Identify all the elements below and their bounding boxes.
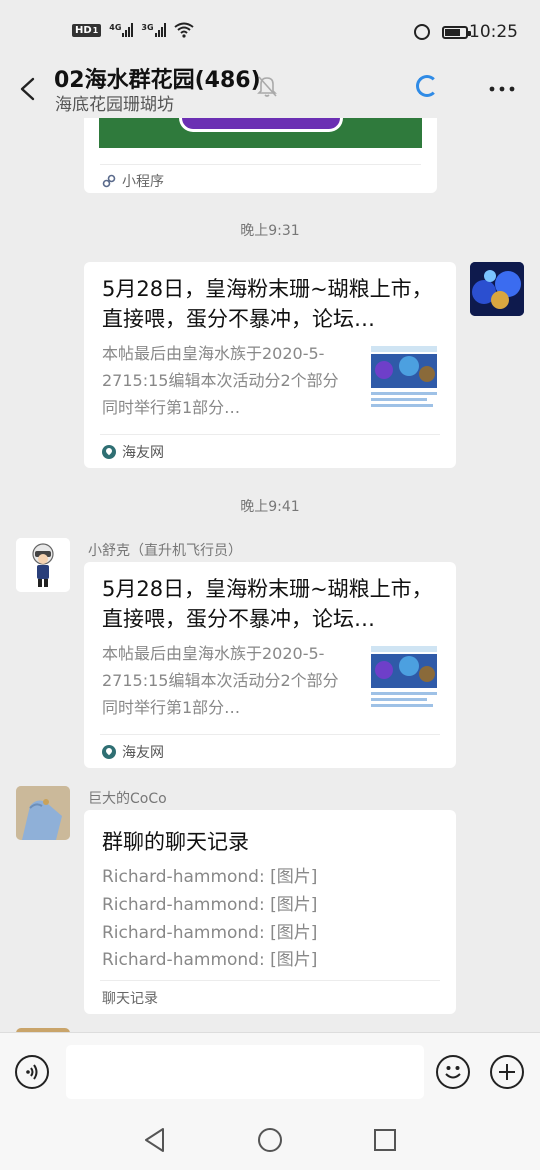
chat-header: 02海水群花园(486) 海底花园珊瑚坊 [0, 64, 540, 118]
link-chain-icon [102, 174, 116, 188]
mini-program-label: 小程序 [102, 171, 164, 191]
sender-name: 巨大的CoCo [88, 791, 167, 807]
link-source: 海友网 [102, 742, 164, 762]
sender-name: 小舒克（直升机飞行员） [88, 543, 242, 559]
chat-record-line: Richard-hammond: [图片] [102, 895, 318, 915]
status-left: HD1 4G 3G [72, 22, 194, 38]
link-title: 5月28日，皇海粉末珊~瑚粮上市，直接喂，蛋分不暴冲，论坛… [102, 577, 433, 631]
back-arrow-icon[interactable] [14, 74, 44, 104]
link-thumbnail [369, 344, 439, 414]
battery-icon [442, 26, 471, 39]
avatar-image [16, 538, 70, 592]
muted-bell-icon [257, 76, 277, 97]
wifi-icon [173, 22, 194, 38]
status-bar: HD1 4G 3G 10:25 [0, 0, 540, 64]
chat-record-line: Richard-hammond: [图片] [102, 923, 318, 943]
avatar-image [16, 786, 70, 840]
link-source: 海友网 [102, 442, 164, 462]
chat-record-line: Richard-hammond: [图片] [102, 867, 318, 887]
nav-recents-icon[interactable] [372, 1127, 398, 1153]
chat-record-title: 群聊的聊天记录 [102, 830, 249, 854]
signal-3g-icon: 3G [141, 23, 166, 37]
mini-program-card[interactable]: 小程序 [84, 118, 437, 193]
alarm-icon [414, 24, 430, 40]
input-bar [0, 1032, 540, 1113]
message-list[interactable]: 小程序 晚上9:31 5月28日，皇海粉末珊~瑚粮上市，直接喂，蛋分不暴冲，论坛… [0, 118, 540, 1032]
chat-subtitle: 海底花园珊瑚坊 [55, 95, 174, 115]
chat-record-footer: 聊天记录 [102, 991, 158, 1007]
signal-4g-icon: 4G [109, 23, 134, 37]
site-logo-icon [102, 445, 116, 459]
mini-program-banner [99, 118, 422, 148]
avatar[interactable] [16, 786, 70, 840]
add-more-icon[interactable] [490, 1055, 524, 1089]
nav-back-icon[interactable] [142, 1126, 168, 1154]
link-thumbnail [369, 644, 439, 714]
chat-record-card[interactable]: 群聊的聊天记录 Richard-hammond: [图片] Richard-ha… [84, 810, 456, 1014]
link-description: 本帖最后由皇海水族于2020-5-2715:15编辑本次活动分2个部分同时举行第… [102, 344, 339, 417]
site-logo-icon [102, 745, 116, 759]
timestamp: 晚上9:31 [240, 223, 300, 239]
nav-home-icon[interactable] [256, 1126, 284, 1154]
link-card[interactable]: 5月28日，皇海粉末珊~瑚粮上市，直接喂，蛋分不暴冲，论坛… 本帖最后由皇海水族… [84, 562, 456, 768]
link-card[interactable]: 5月28日，皇海粉末珊~瑚粮上市，直接喂，蛋分不暴冲，论坛… 本帖最后由皇海水族… [84, 262, 456, 468]
loading-spinner-icon [416, 75, 438, 97]
message-input[interactable] [66, 1045, 424, 1099]
system-nav-bar [0, 1112, 540, 1170]
more-options-icon[interactable] [488, 79, 516, 99]
emoji-icon[interactable] [436, 1055, 470, 1089]
avatar[interactable] [470, 262, 524, 316]
avatar-image [470, 262, 524, 316]
timestamp: 晚上9:41 [240, 499, 300, 515]
clock: 10:25 [469, 22, 518, 42]
hd-badge: HD1 [72, 23, 102, 37]
avatar[interactable] [16, 538, 70, 592]
link-description: 本帖最后由皇海水族于2020-5-2715:15编辑本次活动分2个部分同时举行第… [102, 644, 339, 717]
voice-input-icon[interactable] [15, 1055, 49, 1089]
link-title: 5月28日，皇海粉末珊~瑚粮上市，直接喂，蛋分不暴冲，论坛… [102, 277, 433, 331]
chat-record-line: Richard-hammond: [图片] [102, 950, 318, 970]
